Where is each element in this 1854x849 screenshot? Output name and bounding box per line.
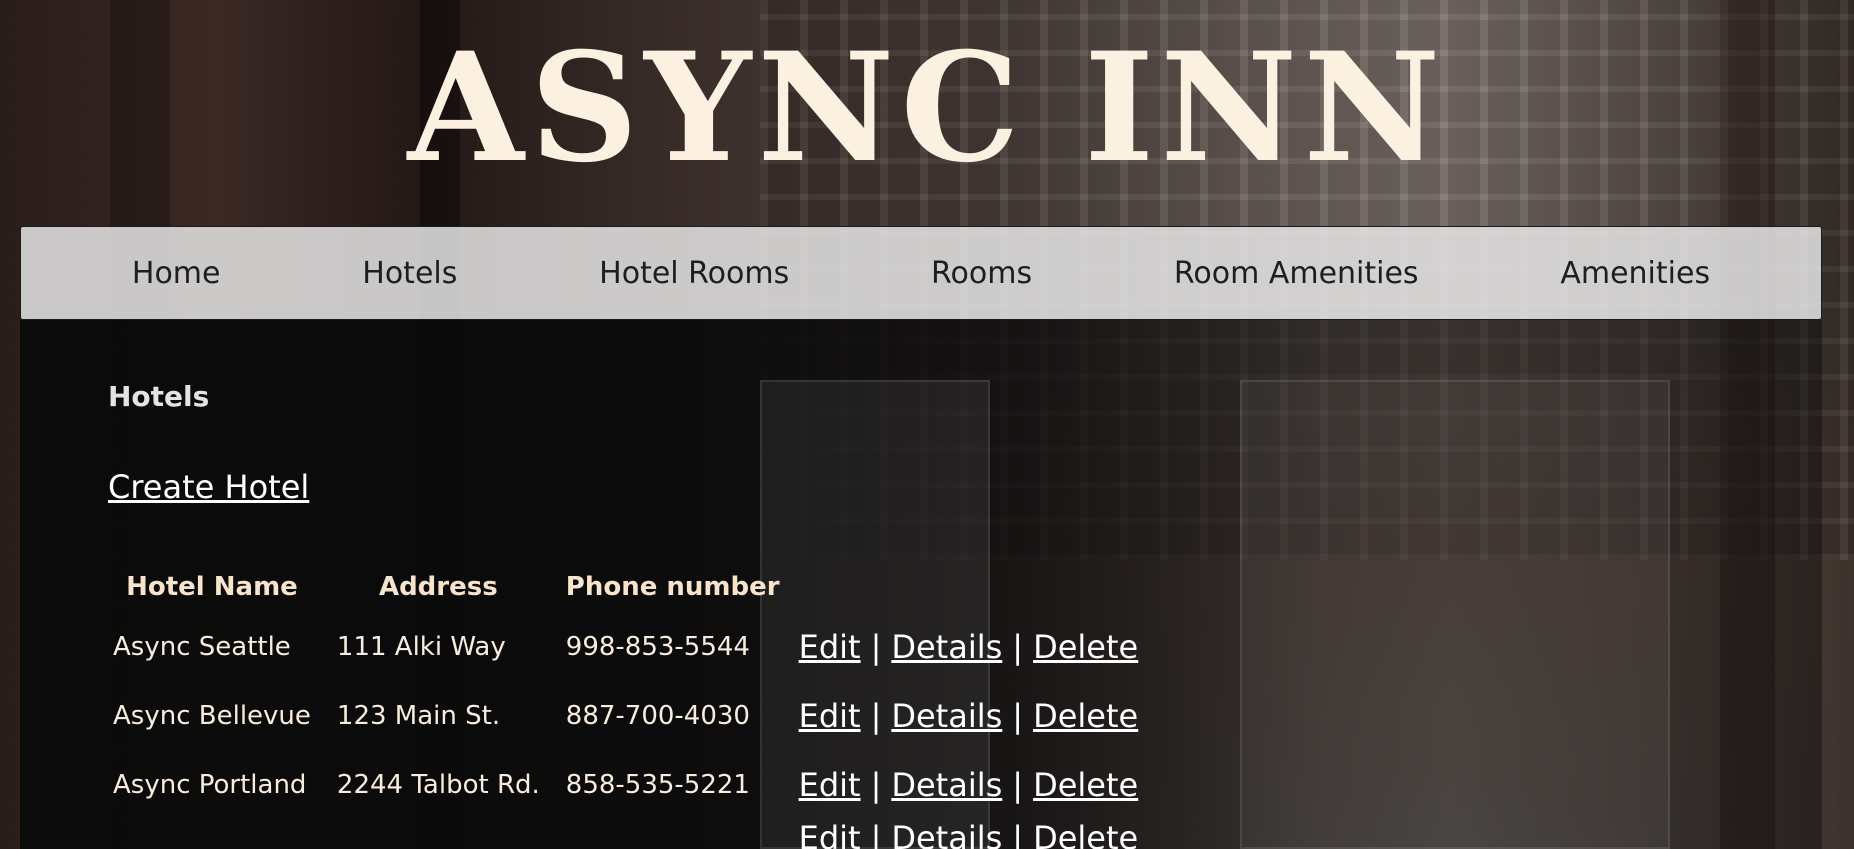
hotel-phone-cell (553, 819, 793, 849)
hotel-name-cell (100, 819, 324, 849)
action-separator: | (870, 765, 882, 804)
hotel-phone-cell: 998-853-5544 (565, 631, 750, 662)
edit-link[interactable]: Edit (799, 766, 861, 804)
hotel-phone-cell: 887-700-4030 (565, 700, 750, 731)
page-heading: Hotels (108, 380, 210, 413)
row-actions: Edit | Details | Delete (793, 612, 1152, 681)
hotel-address-cell: 123 Main St. (336, 700, 501, 731)
row-actions: Edit | Details | Delete (793, 750, 1152, 819)
column-header-address: Address (378, 572, 498, 602)
table-row: Async Bellevue 123 Main St. 887-700-4030… (100, 681, 1151, 750)
row-actions: Edit | Details | Delete (793, 819, 1152, 849)
nav-home[interactable]: Home (132, 256, 221, 291)
details-link[interactable]: Details (891, 628, 1002, 666)
hotel-name-cell: Async Bellevue (113, 700, 311, 731)
hotel-address-cell: 2244 Talbot Rd. (336, 769, 540, 800)
nav-rooms[interactable]: Rooms (931, 256, 1032, 291)
hotel-name-cell: Async Seattle (113, 631, 291, 662)
delete-link[interactable]: Delete (1033, 628, 1138, 666)
action-separator: | (870, 627, 882, 666)
details-link[interactable]: Details (891, 766, 1002, 804)
site-title: ASYNC INN (407, 20, 1447, 196)
edit-link[interactable]: Edit (799, 628, 861, 666)
hotel-phone-cell: 858-535-5221 (565, 769, 750, 800)
hotel-address-cell (324, 819, 553, 849)
column-header-phone: Phone number (565, 572, 780, 602)
nav-hotel-rooms[interactable]: Hotel Rooms (599, 256, 789, 291)
table-row: Async Portland 2244 Talbot Rd. 858-535-5… (100, 750, 1151, 819)
hotel-address-cell: 111 Alki Way (336, 631, 506, 662)
hotel-name-cell: Async Portland (113, 769, 307, 800)
details-link[interactable]: Details (891, 819, 1002, 849)
delete-link[interactable]: Delete (1033, 697, 1138, 735)
background-window (1240, 380, 1670, 849)
delete-link[interactable]: Delete (1033, 766, 1138, 804)
action-separator: | (1012, 627, 1024, 666)
edit-link[interactable]: Edit (799, 697, 861, 735)
table-header-row: Hotel Name Address Phone number (100, 562, 1151, 612)
action-separator: | (1012, 765, 1024, 804)
edit-link[interactable]: Edit (799, 819, 861, 849)
nav-hotels[interactable]: Hotels (362, 256, 457, 291)
hotels-table: Hotel Name Address Phone number Async Se… (100, 562, 1151, 849)
table-row: Edit | Details | Delete (100, 819, 1151, 849)
delete-link[interactable]: Delete (1033, 819, 1138, 849)
create-hotel-link[interactable]: Create Hotel (108, 468, 309, 506)
action-separator: | (1012, 819, 1024, 849)
action-separator: | (1012, 696, 1024, 735)
row-actions: Edit | Details | Delete (793, 681, 1152, 750)
column-header-hotel-name: Hotel Name (126, 572, 298, 602)
nav-room-amenities[interactable]: Room Amenities (1174, 256, 1419, 291)
main-navbar: Home Hotels Hotel Rooms Rooms Room Ameni… (20, 226, 1822, 320)
nav-amenities[interactable]: Amenities (1560, 256, 1710, 291)
table-row: Async Seattle 111 Alki Way 998-853-5544 … (100, 612, 1151, 681)
action-separator: | (870, 819, 882, 849)
column-header-actions (793, 562, 1152, 612)
details-link[interactable]: Details (891, 697, 1002, 735)
action-separator: | (870, 696, 882, 735)
